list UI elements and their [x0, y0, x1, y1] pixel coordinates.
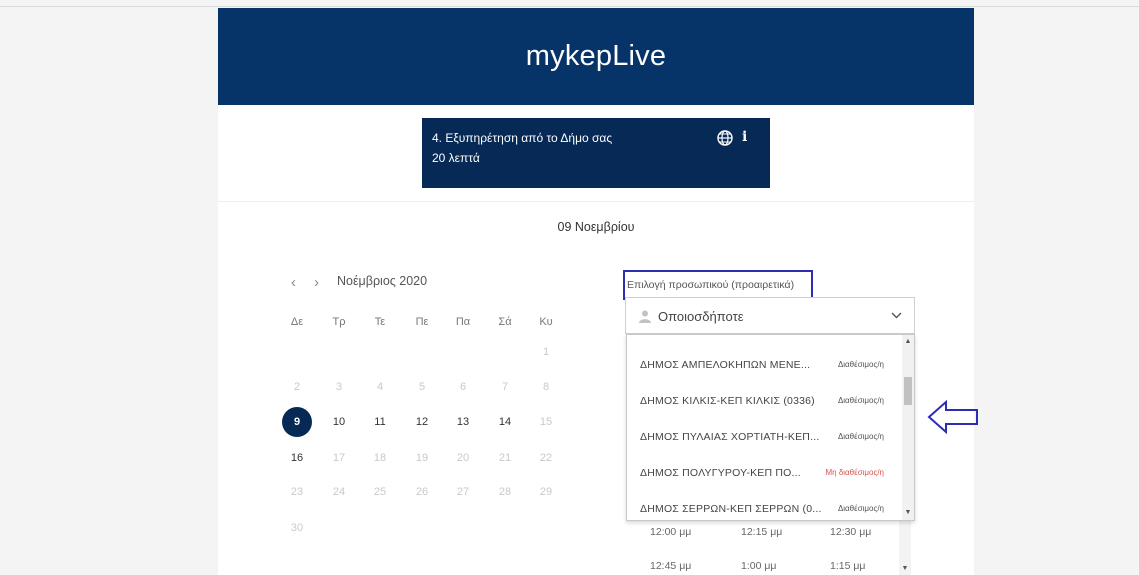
weekday-label: Τρ	[332, 316, 346, 328]
calendar-day: 26	[415, 486, 429, 498]
app-header: mykepLive	[218, 8, 974, 105]
weekday-label: Σά	[498, 316, 512, 328]
calendar-day: 25	[373, 486, 387, 498]
info-icon[interactable]: i	[742, 129, 747, 145]
staff-option[interactable]: ΔΗΜΟΣ ΠΥΛΑΙΑΣ ΧΟΡΤΙΑΤΗ-ΚΕΠ... Διαθέσιμος/…	[627, 421, 902, 454]
staff-option-name: ΔΗΜΟΣ ΑΜΠΕΛΟΚΗΠΩΝ ΜΕΝΕ...	[640, 359, 811, 371]
calendar-day: 6	[459, 381, 467, 393]
selected-date-heading: 09 Νοεμβρίου	[557, 220, 635, 234]
time-slot[interactable]: 12:00 μμ	[650, 526, 691, 538]
staff-option-status: Διαθέσιμος/η	[837, 432, 884, 441]
calendar-day[interactable]: 10	[324, 407, 354, 437]
booking-page: mykepLive 4. Εξυπηρέτηση από το Δήμο σας…	[218, 8, 974, 575]
service-duration: 20 λεπτά	[432, 151, 480, 165]
person-icon	[639, 310, 651, 323]
calendar-day: 21	[498, 452, 512, 464]
staff-option-name: ΔΗΜΟΣ ΚΙΛΚΙΣ-ΚΕΠ ΚΙΛΚΙΣ (0336)	[640, 395, 815, 407]
staff-option-status: Μη διαθέσιμος/η	[825, 468, 884, 477]
calendar-day[interactable]: 12	[407, 407, 437, 437]
prev-month-button[interactable]: ‹	[291, 274, 296, 291]
calendar-day: 30	[290, 522, 304, 534]
time-slot[interactable]: 12:45 μμ	[650, 560, 691, 572]
staff-option-status: Διαθέσιμος/η	[837, 360, 884, 369]
app-title: mykepLive	[525, 40, 667, 72]
staff-option-status: Διαθέσιμος/η	[837, 396, 884, 405]
calendar-day: 19	[415, 452, 429, 464]
calendar-day[interactable]: 14	[490, 407, 520, 437]
scroll-down-icon[interactable]: ▼	[899, 563, 911, 575]
time-slot[interactable]: 12:30 μμ	[830, 526, 871, 538]
time-slot[interactable]: 1:00 μμ	[741, 560, 776, 572]
calendar-day: 1	[542, 346, 550, 358]
scrollbar-thumb[interactable]	[904, 377, 912, 405]
time-slot[interactable]: 12:15 μμ	[741, 526, 782, 538]
staff-select-value: Οποιοσδήποτε	[658, 309, 744, 324]
staff-option-status: Διαθέσιμος/η	[837, 504, 884, 513]
service-card: 4. Εξυπηρέτηση από το Δήμο σας 20 λεπτά …	[422, 118, 770, 188]
staff-option[interactable]: ΔΗΜΟΣ ΣΕΡΡΩΝ-ΚΕΠ ΣΕΡΡΩΝ (0... Διαθέσιμος/…	[627, 493, 902, 520]
staff-select[interactable]: Οποιοσδήποτε	[625, 297, 915, 334]
weekday-label: Τε	[374, 316, 386, 328]
staff-option[interactable]: ΔΗΜΟΣ ΑΜΠΕΛΟΚΗΠΩΝ ΜΕΝΕ... Διαθέσιμος/η	[627, 349, 902, 382]
divider	[218, 201, 974, 202]
calendar-day: 3	[335, 381, 343, 393]
calendar-day: 28	[498, 486, 512, 498]
calendar-month-label: Νοέμβριος 2020	[337, 274, 428, 288]
chevron-down-icon	[891, 312, 902, 319]
staff-selection-label: Επιλογή προσωπικού (προαιρετικά)	[623, 270, 813, 300]
calendar-day: 27	[456, 486, 470, 498]
service-title: 4. Εξυπηρέτηση από το Δήμο σας	[432, 131, 613, 145]
calendar-day: 4	[376, 381, 384, 393]
staff-option-name: ΔΗΜΟΣ ΠΥΛΑΙΑΣ ΧΟΡΤΙΑΤΗ-ΚΕΠ...	[640, 431, 820, 443]
scroll-up-icon[interactable]: ▲	[902, 335, 914, 349]
staff-option[interactable]: ΔΗΜΟΣ ΠΟΛΥΓΥΡΟΥ-ΚΕΠ ΠΟ... Μη διαθέσιμος/η	[627, 457, 902, 490]
calendar-day: 5	[418, 381, 426, 393]
staff-option-name: ΔΗΜΟΣ ΣΕΡΡΩΝ-ΚΕΠ ΣΕΡΡΩΝ (0...	[640, 503, 822, 515]
globe-icon[interactable]	[716, 129, 734, 147]
next-month-button[interactable]: ›	[314, 274, 319, 291]
time-slot[interactable]: 1:15 μμ	[830, 560, 865, 572]
scroll-down-icon[interactable]: ▼	[902, 506, 914, 520]
calendar-day[interactable]: 13	[448, 407, 478, 437]
calendar-day-selected[interactable]: 9	[282, 407, 312, 437]
calendar-day: 23	[290, 486, 304, 498]
weekday-label: Δε	[290, 316, 304, 328]
calendar-day: 24	[332, 486, 346, 498]
calendar-day: 20	[456, 452, 470, 464]
calendar-day: 29	[539, 486, 553, 498]
weekday-label: Κυ	[539, 316, 553, 328]
top-border	[0, 6, 1139, 7]
calendar-day: 7	[501, 381, 509, 393]
staff-option-name: ΔΗΜΟΣ ΠΟΛΥΓΥΡΟΥ-ΚΕΠ ΠΟ...	[640, 467, 801, 479]
calendar-day: 8	[542, 381, 550, 393]
calendar-day: 2	[293, 381, 301, 393]
calendar-day: 18	[373, 452, 387, 464]
staff-dropdown-list: ΔΗΜΟΣ ΑΜΠΕΛΟΚΗΠΩΝ ΜΕΝΕ... Διαθέσιμος/η ΔΗΜ…	[626, 334, 915, 521]
weekday-label: Πε	[415, 316, 429, 328]
left-arrow-annotation-icon	[927, 400, 978, 434]
calendar-day: 17	[332, 452, 346, 464]
calendar-day: 22	[539, 452, 553, 464]
calendar-day[interactable]: 16	[282, 443, 312, 473]
weekday-label: Πα	[455, 316, 471, 328]
staff-option[interactable]: ΔΗΜΟΣ ΚΙΛΚΙΣ-ΚΕΠ ΚΙΛΚΙΣ (0336) Διαθέσιμος…	[627, 385, 902, 418]
dropdown-scrollbar[interactable]: ▲ ▼	[902, 335, 914, 520]
calendar-day: 15	[539, 416, 553, 428]
calendar-day[interactable]: 11	[365, 407, 395, 437]
